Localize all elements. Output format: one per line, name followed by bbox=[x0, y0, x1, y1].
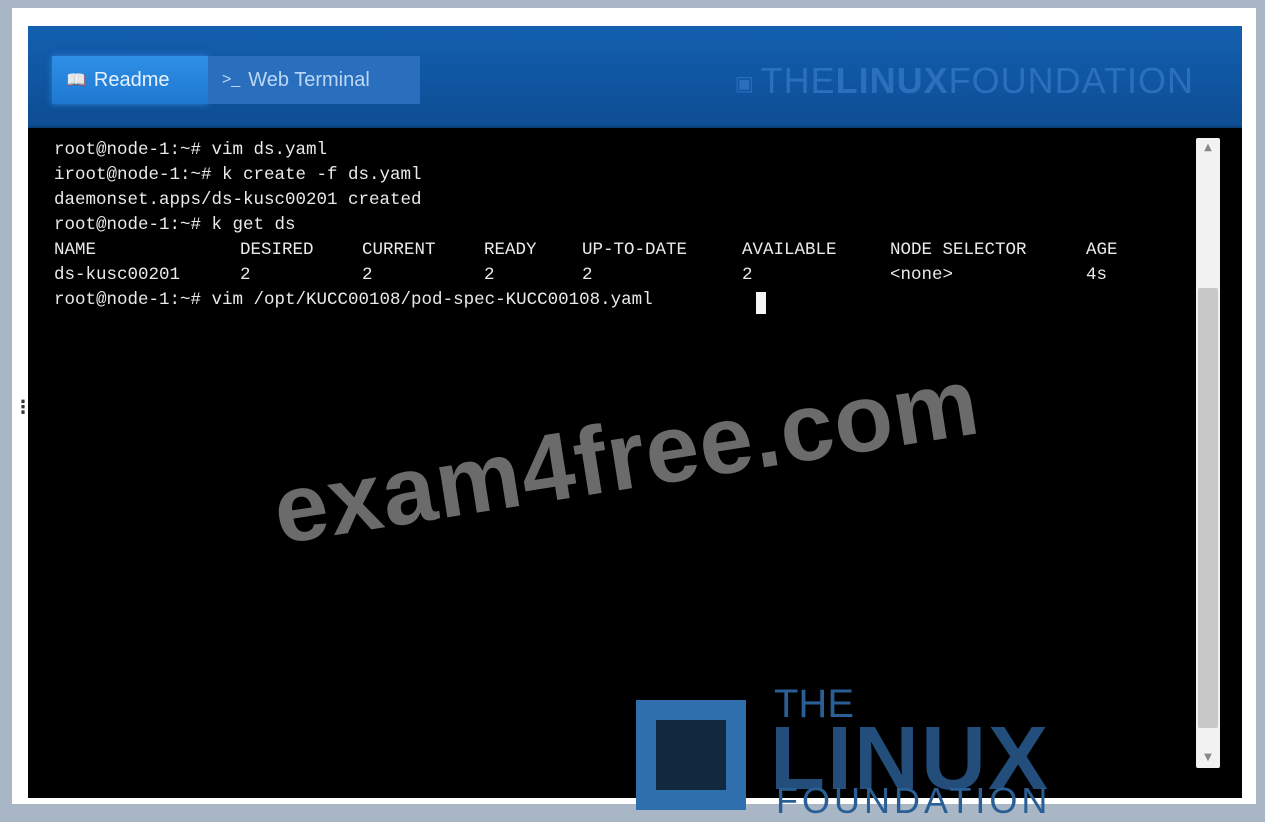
screenshot-frame: 📖 Readme >_ Web Terminal ▣ THELINUXFOUNDA… bbox=[12, 8, 1256, 804]
book-icon: 📖 bbox=[66, 72, 86, 89]
table-cell: ds-kusc00201 bbox=[54, 265, 181, 285]
table-header-cell: NAME bbox=[54, 240, 97, 260]
terminal-line: iroot@node-1:~# k create -f ds.yaml bbox=[54, 165, 422, 185]
resize-handle-icon[interactable]: ⋮ bbox=[14, 399, 32, 428]
terminal-line: root@node-1:~# k get ds bbox=[54, 215, 296, 235]
tab-readme-label: Readme bbox=[93, 68, 170, 91]
table-cell: 4s bbox=[1086, 265, 1108, 285]
tab-web-terminal-label: Web Terminal bbox=[248, 68, 370, 91]
logo-foundation: FOUNDATION bbox=[776, 780, 1052, 821]
table-cell: 2 bbox=[240, 265, 251, 285]
terminal-command-line: root@node-1:~# vim /opt/KUCC00108/pod-sp… bbox=[54, 290, 653, 310]
terminal-line: daemonset.apps/ds-kusc00201 created bbox=[54, 190, 422, 210]
brand-foundation: FOUNDATION bbox=[948, 60, 1194, 101]
table-header-cell: AGE bbox=[1086, 240, 1118, 260]
top-bar: 📖 Readme >_ Web Terminal ▣ THELINUXFOUNDA… bbox=[28, 26, 1242, 128]
brand-linux: LINUX bbox=[835, 60, 949, 101]
watermark-text: exam4free.com bbox=[266, 347, 987, 565]
table-cell: 2 bbox=[484, 265, 495, 285]
table-cell: <none> bbox=[890, 265, 954, 285]
linux-foundation-mark-icon: ▣ bbox=[734, 72, 755, 95]
scroll-up-arrow-icon[interactable]: ▲ bbox=[1196, 138, 1220, 158]
exam-window: 📖 Readme >_ Web Terminal ▣ THELINUXFOUNDA… bbox=[28, 26, 1242, 798]
table-cell: 2 bbox=[362, 265, 373, 285]
tab-web-terminal[interactable]: >_ Web Terminal bbox=[208, 56, 420, 104]
linux-foundation-logo-square-icon bbox=[636, 700, 746, 810]
brand-the: THE bbox=[760, 60, 836, 101]
tab-readme[interactable]: 📖 Readme bbox=[52, 56, 208, 104]
table-header-cell: READY bbox=[484, 240, 537, 260]
terminal-scrollbar[interactable]: ▲ ▼ bbox=[1196, 138, 1220, 768]
terminal-prompt-icon: >_ bbox=[222, 71, 241, 88]
table-header-cell: DESIRED bbox=[240, 240, 314, 260]
table-header-cell: UP-TO-DATE bbox=[582, 240, 688, 260]
terminal-line: root@node-1:~# vim ds.yaml bbox=[54, 140, 328, 160]
table-header-cell: NODE SELECTOR bbox=[890, 240, 1027, 260]
linux-foundation-logo: THE LINUX FOUNDATION bbox=[636, 682, 1066, 821]
table-header-cell: CURRENT bbox=[362, 240, 436, 260]
linux-foundation-brand: ▣ THELINUXFOUNDATION bbox=[735, 60, 1194, 102]
scroll-down-arrow-icon[interactable]: ▼ bbox=[1196, 748, 1220, 768]
table-header-cell: AVAILABLE bbox=[742, 240, 837, 260]
scrollbar-thumb[interactable] bbox=[1198, 288, 1218, 728]
terminal-cursor bbox=[756, 292, 766, 314]
table-cell: 2 bbox=[742, 265, 753, 285]
table-cell: 2 bbox=[582, 265, 593, 285]
